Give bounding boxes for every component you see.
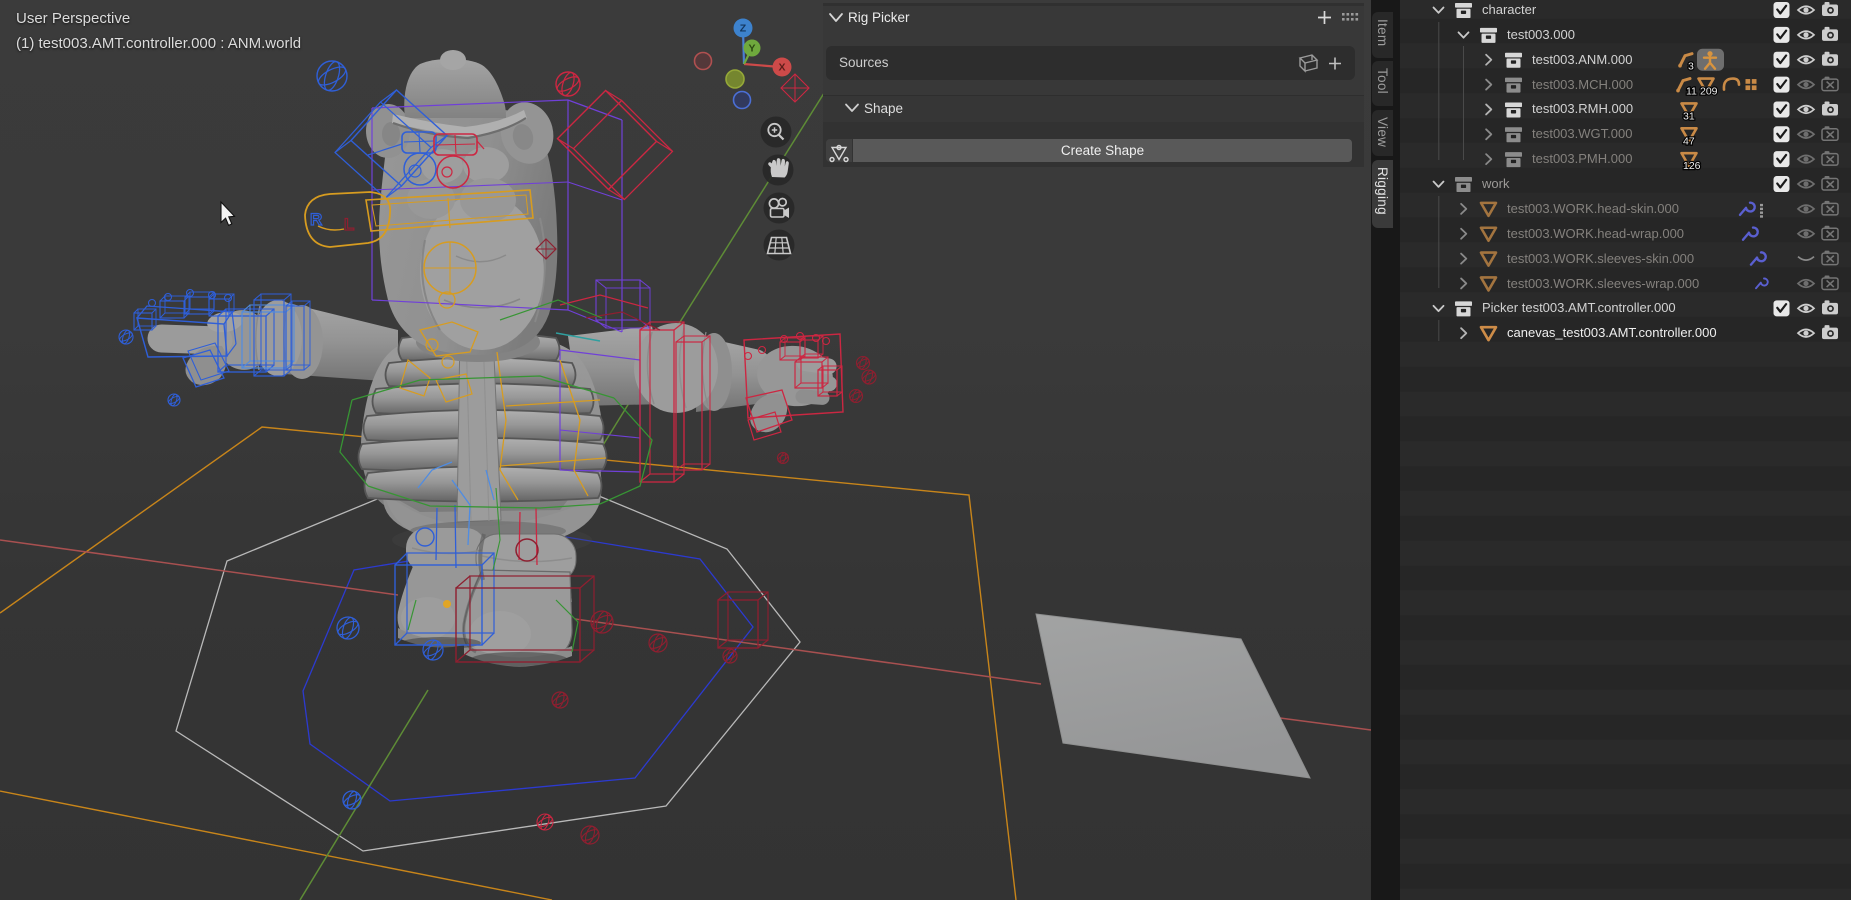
svg-text:Z: Z — [740, 23, 747, 35]
svg-text:R: R — [310, 210, 322, 229]
svg-text:126: 126 — [1683, 160, 1701, 172]
svg-text:Y: Y — [748, 43, 755, 55]
svg-text:47: 47 — [1683, 135, 1695, 147]
svg-text:L: L — [344, 215, 354, 234]
svg-text:3: 3 — [1688, 61, 1694, 73]
svg-text:31: 31 — [1683, 110, 1695, 122]
svg-text:209: 209 — [1700, 86, 1718, 98]
svg-text:X: X — [778, 62, 785, 74]
svg-text:11: 11 — [1686, 86, 1697, 98]
